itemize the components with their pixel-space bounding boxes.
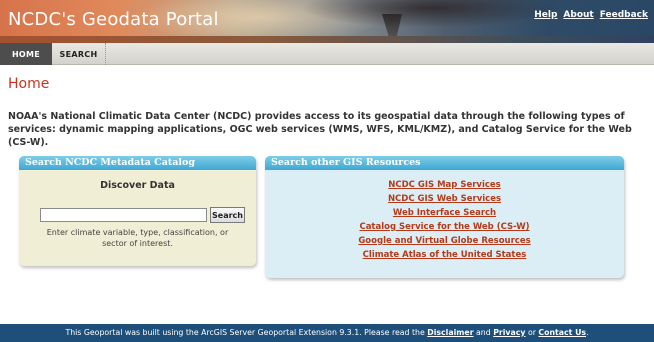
link-map-services[interactable]: NCDC GIS Map Services (265, 178, 624, 192)
feedback-link[interactable]: Feedback (600, 10, 648, 20)
header-banner: NCDC's Geodata Portal Help About Feedbac… (0, 0, 654, 43)
intro-text: NOAA's National Climatic Data Center (NC… (8, 111, 632, 148)
site-title: NCDC's Geodata Portal (8, 9, 219, 30)
discover-data-title: Discover Data (100, 180, 175, 191)
contact-us-link[interactable]: Contact Us (538, 328, 586, 337)
link-climate-atlas[interactable]: Climate Atlas of the United States (265, 248, 624, 262)
disclaimer-link[interactable]: Disclaimer (427, 328, 473, 337)
page-title: Home (8, 76, 50, 92)
help-link[interactable]: Help (534, 10, 557, 20)
link-web-services[interactable]: NCDC GIS Web Services (265, 192, 624, 206)
search-hint: Enter climate variable, type, classifica… (46, 228, 229, 248)
privacy-link[interactable]: Privacy (493, 328, 525, 337)
tab-home[interactable]: HOME (0, 43, 52, 65)
header-links: Help About Feedback (534, 10, 648, 20)
footer-end: . (586, 328, 589, 337)
about-link[interactable]: About (563, 10, 593, 20)
nav-bar: HOME SEARCH (0, 43, 654, 65)
footer: This Geoportal was built using the ArcGI… (0, 324, 654, 342)
search-button[interactable]: Search (210, 207, 245, 223)
catalog-panel-header: Search NCDC Metadata Catalog (19, 156, 256, 170)
link-google-virtual-globe[interactable]: Google and Virtual Globe Resources (265, 234, 624, 248)
catalog-search-input[interactable] (40, 208, 207, 222)
tab-search[interactable]: SEARCH (52, 43, 106, 65)
gis-panel-header: Search other GIS Resources (265, 156, 624, 170)
footer-and: and (473, 328, 494, 337)
footer-or: or (525, 328, 539, 337)
catalog-search-panel: Search NCDC Metadata Catalog Discover Da… (19, 156, 256, 266)
footer-text: This Geoportal was built using the ArcGI… (65, 328, 428, 337)
link-csw[interactable]: Catalog Service for the Web (CS-W) (265, 220, 624, 234)
gis-link-list: NCDC GIS Map Services NCDC GIS Web Servi… (265, 178, 624, 262)
link-web-interface-search[interactable]: Web Interface Search (265, 206, 624, 220)
banner-ground (0, 36, 654, 43)
banner-storm-cloud (300, 0, 560, 28)
gis-resources-panel: Search other GIS Resources NCDC GIS Map … (265, 156, 624, 278)
